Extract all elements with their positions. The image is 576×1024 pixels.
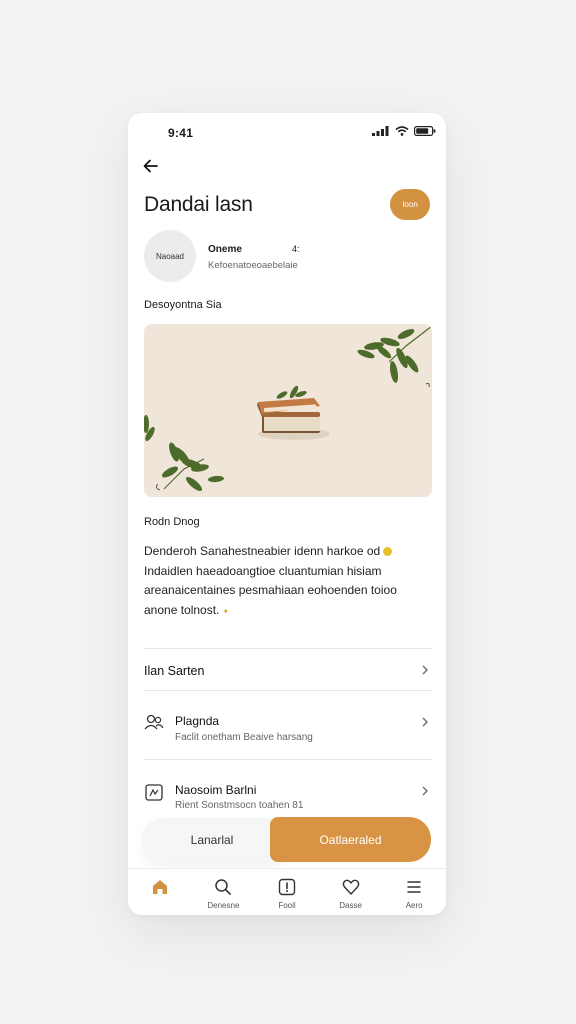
list-item-plan[interactable]: Ilan Sarten bbox=[144, 649, 432, 690]
list-item-title: Plagnda bbox=[175, 714, 220, 728]
tab-home[interactable] bbox=[128, 869, 192, 915]
description-line: anone tolnost. ✦ bbox=[144, 602, 230, 617]
header-action-button[interactable]: Ioon bbox=[390, 189, 430, 220]
tab-label: Fooil bbox=[278, 901, 296, 910]
phone-screen: 9:41 Dandai lasn Ioon Naoaad Oneme 4: Ke… bbox=[128, 113, 446, 915]
tab-label: Aero bbox=[405, 901, 423, 910]
sparkle-icon: ✦ bbox=[222, 606, 230, 616]
hero-image bbox=[144, 324, 432, 497]
back-arrow-icon[interactable] bbox=[142, 157, 160, 175]
list-item-people[interactable]: Plagnda Faclit onetham Beaive harsang bbox=[144, 703, 432, 755]
status-time: 9:41 bbox=[168, 126, 194, 140]
tab-label: Denesne bbox=[207, 901, 240, 910]
book-illustration bbox=[144, 325, 432, 491]
status-icons bbox=[372, 126, 436, 136]
tab-saved[interactable]: Dasse bbox=[319, 869, 383, 915]
home-icon bbox=[152, 880, 167, 894]
chevron-right-icon bbox=[422, 786, 428, 796]
details-heading: Rodn Dnog bbox=[144, 516, 200, 528]
profile-subtitle: Kefoenatoeoaebelaie bbox=[208, 260, 298, 271]
avatar[interactable]: Naoaad bbox=[144, 230, 196, 282]
secondary-action-button[interactable]: Lanarlal bbox=[142, 818, 282, 862]
page-title: Dandai lasn bbox=[144, 193, 253, 216]
people-icon bbox=[144, 714, 164, 730]
highlight-dot-icon bbox=[383, 547, 393, 556]
list-item-schedule[interactable]: Naosoim Barlni Rient Sonstmsocn toahen 8… bbox=[144, 773, 432, 821]
tab-feed[interactable]: Fooil bbox=[255, 869, 319, 915]
tab-bar: Denesne Fooil Dasse Aero bbox=[128, 868, 446, 915]
signal-icon bbox=[372, 126, 389, 136]
description-line: areanaicentaines pesmahiaan eohoenden to… bbox=[144, 583, 397, 597]
tab-label: Dasse bbox=[339, 901, 362, 910]
search-icon bbox=[215, 879, 232, 895]
heart-icon bbox=[342, 879, 359, 895]
description-line: Denderoh Sanahestneabier idenn harkoe od bbox=[144, 542, 434, 562]
calendar-icon bbox=[145, 784, 163, 801]
chevron-right-icon bbox=[422, 717, 428, 727]
profile-name: Oneme bbox=[208, 244, 242, 255]
alert-icon bbox=[278, 878, 296, 896]
tab-more[interactable]: Aero bbox=[382, 869, 446, 915]
list-item-subtitle: Faclit onetham Beaive harsang bbox=[175, 732, 313, 743]
list-item-title: Ilan Sarten bbox=[144, 664, 205, 678]
primary-action-button[interactable]: Oatlaeraled bbox=[270, 817, 431, 862]
menu-icon bbox=[407, 881, 421, 893]
description-line: Indaidlen haeadoangtioe cluantumian hisi… bbox=[144, 563, 382, 578]
status-bar: 9:41 bbox=[128, 113, 446, 153]
list-item-subtitle: Rient Sonstmsocn toahen 81 bbox=[175, 800, 304, 811]
wifi-icon bbox=[395, 126, 409, 136]
section-title: Desoyontna Sia bbox=[144, 299, 222, 311]
divider bbox=[144, 759, 432, 760]
battery-icon bbox=[414, 126, 436, 136]
profile-count: 4: bbox=[292, 244, 300, 254]
chevron-right-icon bbox=[422, 665, 428, 675]
details-description: Denderoh Sanahestneabier idenn harkoe od… bbox=[144, 542, 434, 621]
action-bar: Lanarlal Oatlaeraled bbox=[142, 817, 432, 863]
tab-search[interactable]: Denesne bbox=[192, 869, 256, 915]
divider bbox=[144, 690, 432, 691]
list-item-title: Naosoim Barlni bbox=[175, 783, 257, 797]
